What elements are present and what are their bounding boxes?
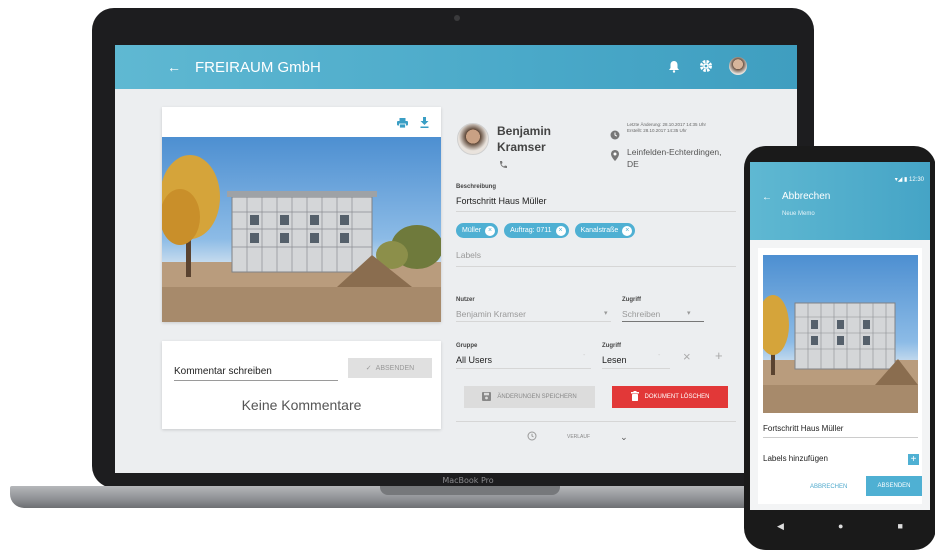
arrow-left-icon[interactable]: ←	[762, 192, 772, 203]
trash-icon	[630, 391, 639, 403]
nav-recent-icon[interactable]: ■	[898, 521, 903, 531]
send-comment-label: ABSENDEN	[375, 364, 415, 372]
phone-status-time: 12:30	[908, 177, 924, 183]
laptop-notch	[380, 486, 560, 495]
divider	[456, 421, 736, 422]
chevron-down-icon[interactable]: ▾	[687, 309, 691, 317]
close-icon[interactable]: ×	[555, 225, 566, 236]
send-comment-button[interactable]: ✓ ABSENDEN	[348, 358, 432, 378]
separator-mark: -	[658, 352, 661, 359]
clock-icon	[610, 127, 620, 145]
chevron-down-icon[interactable]: ▾	[604, 309, 608, 317]
save-changes-button[interactable]: ÄNDERUNGEN SPEICHERN	[464, 386, 595, 408]
phone-cancel-button[interactable]: ABBRECHEN	[810, 484, 847, 490]
chip[interactable]: Auftrag: 0711 ×	[504, 223, 569, 238]
group-label: Gruppe	[456, 343, 478, 349]
empty-comments-text: Keine Kommentare	[241, 397, 362, 413]
laptop-brand: MacBook Pro	[442, 476, 494, 485]
print-icon[interactable]	[397, 115, 408, 133]
divider	[456, 211, 736, 212]
camera	[454, 15, 460, 21]
nav-home-icon[interactable]: ●	[838, 521, 843, 531]
signal-icon: ▾◢ ▮	[894, 177, 908, 183]
save-changes-label: ÄNDERUNGEN SPEICHERN	[497, 394, 577, 400]
building-photo[interactable]	[162, 137, 441, 322]
phone-screen: ▾◢ ▮ 12:30 ← Abbrechen Neue Memo Fortsch…	[750, 162, 930, 510]
divider	[456, 321, 611, 322]
phone-nav-bar: ◀ ● ■	[750, 510, 930, 542]
meta-dates: Letzte Änderung: 28.10.2017 14:35 Uhr Er…	[627, 122, 742, 134]
phone-icon[interactable]	[499, 156, 508, 174]
add-label-icon[interactable]: +	[908, 454, 919, 465]
location-line1: Leinfelden-Echterdingen,	[627, 147, 722, 157]
person-first-name: Benjamin	[497, 124, 552, 138]
download-icon[interactable]	[420, 115, 429, 133]
location-line2: DE	[627, 159, 639, 169]
close-icon[interactable]: ×	[622, 225, 633, 236]
bell-icon[interactable]	[665, 57, 683, 75]
delete-document-button[interactable]: DOKUMENT LÖSCHEN	[612, 386, 728, 408]
divider	[763, 437, 918, 438]
labels-input[interactable]: Labels	[456, 250, 481, 260]
access-select[interactable]: Schreiben	[622, 309, 660, 319]
user-select[interactable]: Benjamin Kramser	[456, 309, 526, 319]
group-access-label: Zugriff	[602, 343, 621, 349]
divider	[602, 368, 670, 369]
location-pin-icon	[611, 148, 619, 166]
group-access-select[interactable]: Lesen	[602, 355, 627, 365]
check-icon: ✓	[365, 365, 372, 372]
chip-list: Müller × Auftrag: 0711 × Kanalstraße ×	[456, 223, 636, 238]
save-icon	[482, 391, 492, 403]
add-icon[interactable]: +	[715, 348, 723, 363]
person-last-name: Kramser	[497, 140, 546, 154]
close-icon[interactable]: ×	[683, 349, 691, 364]
separator-mark: -	[583, 352, 586, 359]
phone-card: Fortschritt Haus Müller Labels hinzufüge…	[758, 248, 922, 504]
person-avatar	[457, 123, 489, 155]
building-photo[interactable]	[763, 255, 918, 413]
comment-card: Kommentar schreiben ✓ ABSENDEN Keine Kom…	[162, 341, 441, 429]
phone-labels-field[interactable]: Labels hinzufügen	[763, 454, 828, 463]
close-icon[interactable]: ×	[485, 225, 496, 236]
chip-label: Auftrag: 0711	[510, 227, 552, 234]
chip-label: Kanalstraße	[580, 227, 619, 234]
chip[interactable]: Müller ×	[456, 223, 499, 238]
laptop-screen: ← FREIRAUM GmbH Kommentar schreiben ✓ AB…	[115, 45, 797, 473]
divider	[456, 266, 736, 267]
phone-send-button[interactable]: ABSENDEN	[866, 476, 922, 496]
nav-back-icon[interactable]: ◀	[777, 521, 784, 532]
arrow-left-icon[interactable]: ←	[167, 59, 181, 75]
app-bar: ← FREIRAUM GmbH	[115, 45, 797, 89]
app-title: FREIRAUM GmbH	[195, 58, 321, 76]
group-select[interactable]: All Users	[456, 355, 492, 365]
phone-back-label[interactable]: Abbrechen	[782, 191, 830, 202]
chip-label: Müller	[462, 227, 482, 234]
description-field[interactable]: Fortschritt Haus Müller	[456, 196, 547, 206]
history-icon	[527, 431, 537, 443]
comment-input[interactable]: Kommentar schreiben	[174, 363, 338, 381]
phone-status-bar: ▾◢ ▮ 12:30	[895, 176, 924, 183]
divider	[456, 368, 591, 369]
created-text: Erstellt: 28.10.2017 14:35 Uhr	[627, 128, 687, 133]
access-label: Zugriff	[622, 297, 641, 303]
location-text: Leinfelden-Echterdingen, DE	[627, 146, 722, 170]
history-label: VERLAUF	[567, 434, 591, 440]
chevron-down-icon[interactable]: ⌄	[620, 432, 628, 443]
person-name: Benjamin Kramser	[497, 123, 551, 155]
delete-document-label: DOKUMENT LÖSCHEN	[644, 394, 710, 400]
history-row[interactable]: VERLAUF ⌄	[527, 431, 628, 443]
phone-subtitle: Neue Memo	[782, 211, 815, 217]
image-card	[162, 107, 441, 322]
chip[interactable]: Kanalstraße ×	[574, 223, 636, 238]
user-label: Nutzer	[456, 297, 475, 303]
phone-description-field[interactable]: Fortschritt Haus Müller	[763, 424, 843, 433]
gear-icon[interactable]	[697, 57, 715, 75]
avatar[interactable]	[729, 57, 747, 75]
phone-header: ▾◢ ▮ 12:30 ← Abbrechen Neue Memo	[750, 162, 930, 240]
description-label: Beschreibung	[456, 184, 497, 190]
divider	[622, 321, 704, 322]
